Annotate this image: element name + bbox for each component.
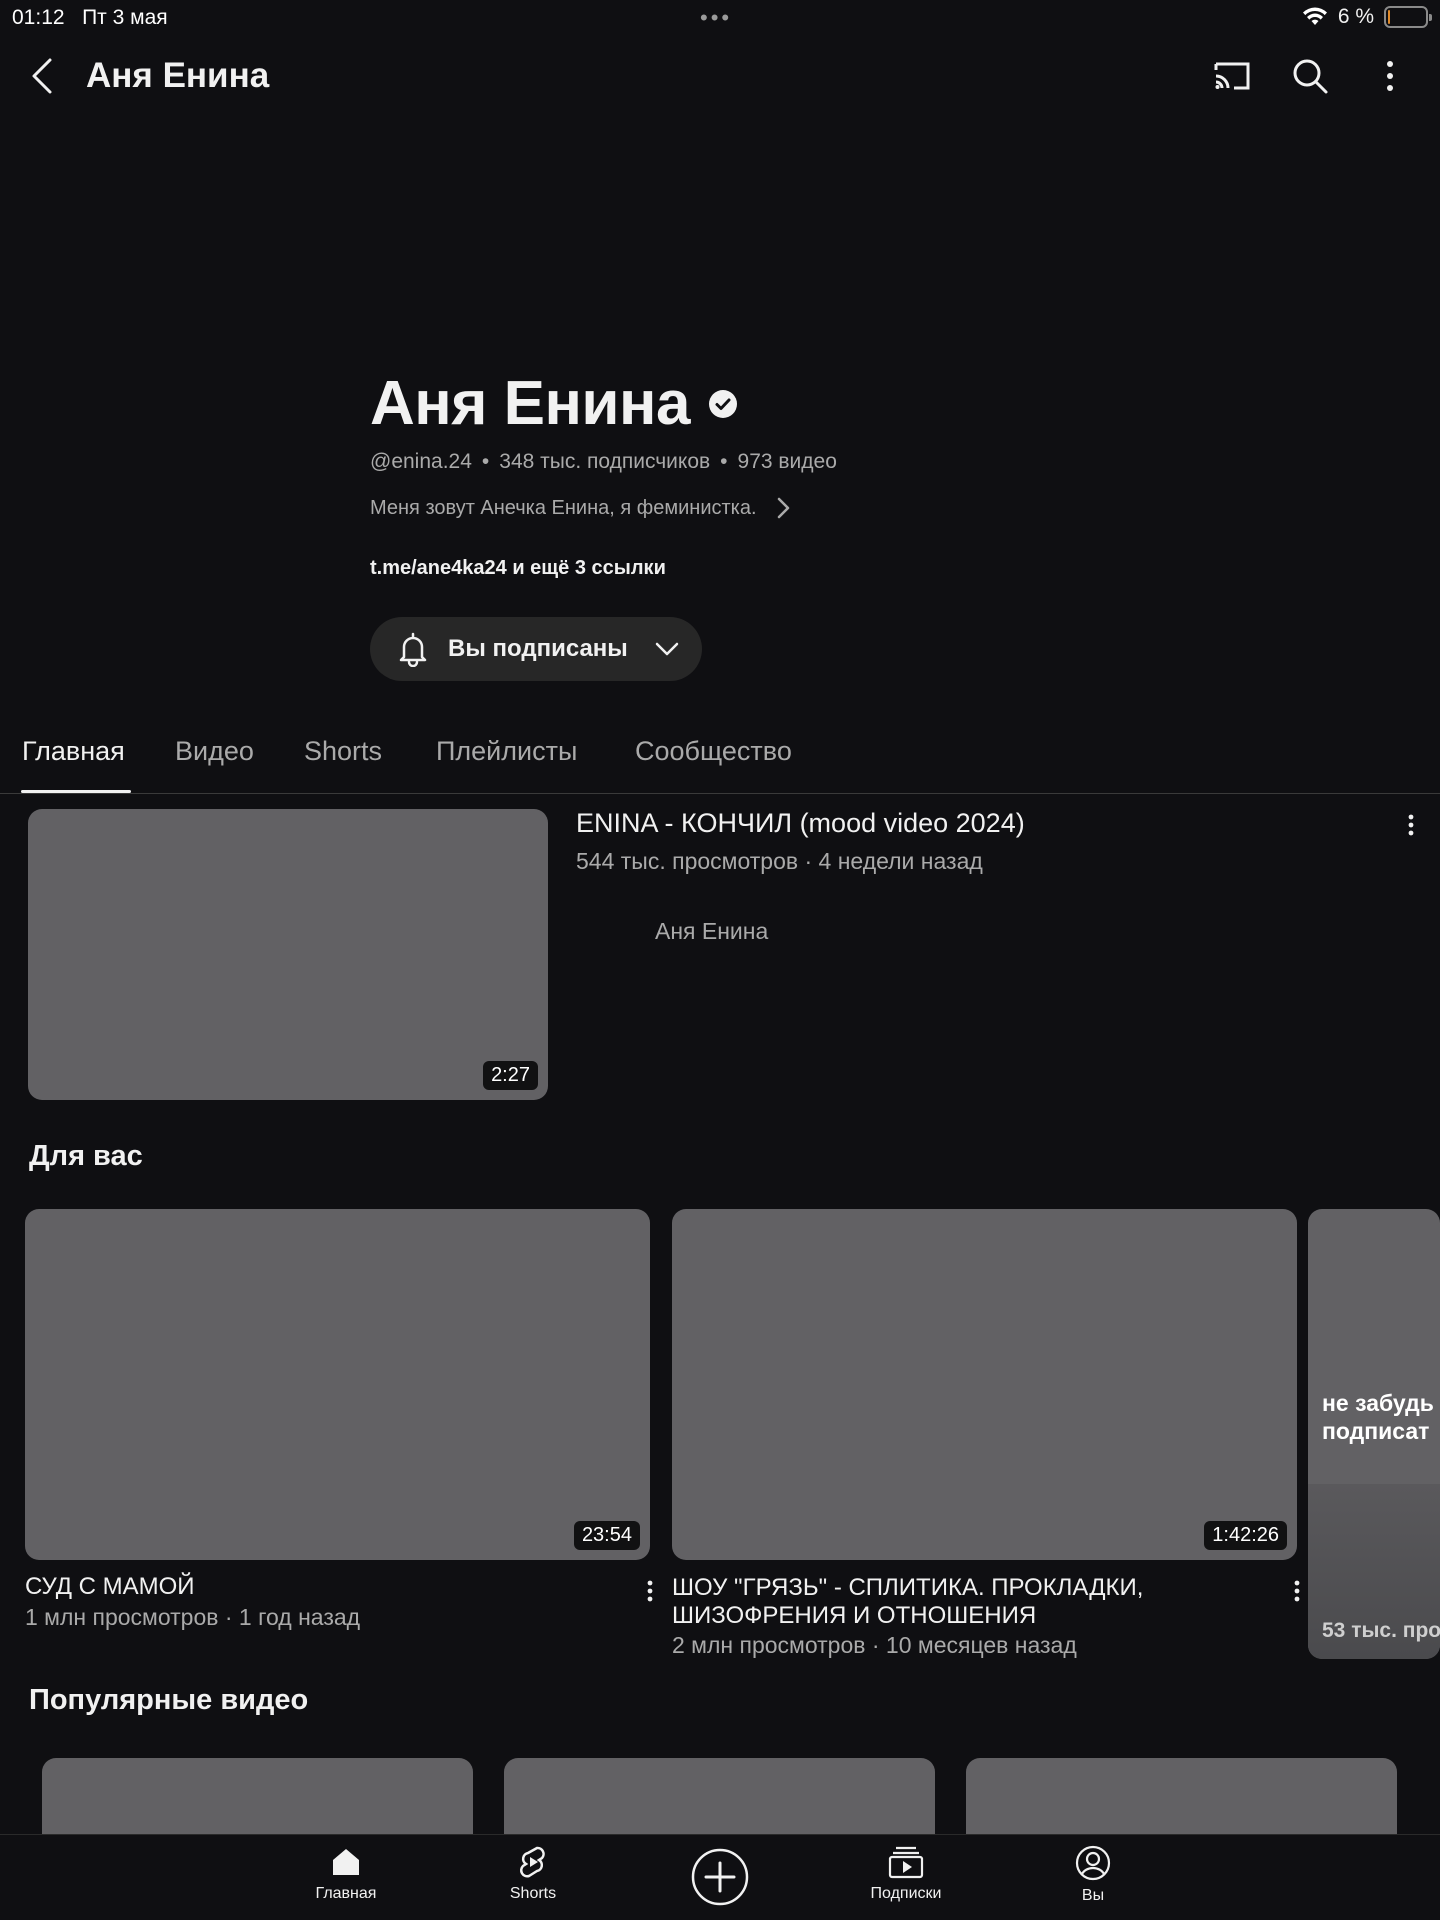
- video-meta: 2 млн просмотров · 10 месяцев назад: [672, 1632, 1077, 1658]
- battery-text: 6 %: [1337, 5, 1374, 28]
- top-app-bar: Аня Енина: [0, 36, 1440, 116]
- nav-home[interactable]: Главная: [276, 1845, 416, 1903]
- peek-video-card[interactable]: не забудь подписат 53 тыс. про: [1308, 1209, 1440, 1659]
- peek-video-title: не забудь подписат: [1322, 1389, 1434, 1445]
- channel-links[interactable]: t.me/ane4ka24 и ещё 3 ссылки: [370, 557, 666, 580]
- nav-shorts[interactable]: Shorts: [463, 1845, 603, 1903]
- bell-icon: [399, 632, 427, 667]
- channel-handle: @enina.24: [370, 450, 472, 473]
- battery-icon: [1384, 6, 1432, 28]
- top-bar-title: Аня Енина: [86, 56, 270, 95]
- home-icon: [333, 1849, 359, 1875]
- video-menu-icon[interactable]: [1285, 1574, 1309, 1610]
- nav-label: Вы: [1081, 1887, 1105, 1904]
- channel-description-text: Меня зовут Анечка Енина, я феминистка.: [370, 496, 757, 519]
- tab-playlists[interactable]: Плейлисты: [436, 736, 577, 767]
- tab-community[interactable]: Сообщество: [635, 736, 792, 767]
- video-title[interactable]: ШОУ "ГРЯЗЬ" - СПЛИТИКА. ПРОКЛАДКИ, ШИЗОФ…: [672, 1574, 1143, 1630]
- video-title-line: ШОУ "ГРЯЗЬ" - СПЛИТИКА. ПРОКЛАДКИ,: [672, 1574, 1144, 1601]
- channel-name: Аня Енина: [370, 368, 738, 439]
- nav-label: Подписки: [870, 1885, 942, 1902]
- bottom-navigation: Главная Shorts Подписки Вы: [0, 1834, 1440, 1920]
- featured-video-author[interactable]: Аня Енина: [655, 918, 768, 945]
- chevron-right-icon: [777, 497, 789, 519]
- status-bar: 01:12 Пт 3 мая ••• 6 %: [0, 0, 1440, 36]
- peek-title-line: не забудь: [1322, 1390, 1434, 1416]
- subscribed-button[interactable]: Вы подписаны: [370, 617, 702, 681]
- account-icon: [1075, 1845, 1111, 1881]
- wifi-icon: [1302, 7, 1327, 25]
- video-duration: 1:42:26: [1204, 1521, 1287, 1550]
- nav-label: Shorts: [509, 1885, 557, 1902]
- tab-videos[interactable]: Видео: [175, 736, 254, 767]
- subscriber-count: 348 тыс. подписчиков: [499, 450, 711, 473]
- section-title-for-you: Для вас: [29, 1140, 143, 1172]
- shorts-icon: [520, 1846, 545, 1878]
- peek-video-meta: 53 тыс. про: [1322, 1619, 1440, 1642]
- video-duration: 2:27: [483, 1061, 538, 1090]
- verified-badge-icon: [708, 389, 737, 418]
- peek-title-line: подписат: [1322, 1418, 1430, 1444]
- create-icon[interactable]: [690, 1847, 750, 1907]
- video-title[interactable]: СУД С МАМОЙ: [25, 1573, 195, 1601]
- subscriptions-icon: [888, 1846, 924, 1879]
- nav-you[interactable]: Вы: [1023, 1845, 1163, 1905]
- channel-name-text: Аня Енина: [370, 369, 690, 438]
- video-count: 973 видео: [737, 450, 837, 473]
- section-title-popular: Популярные видео: [29, 1684, 309, 1716]
- search-icon[interactable]: [1286, 52, 1334, 100]
- featured-video-meta: 544 тыс. просмотров · 4 недели назад: [576, 848, 983, 874]
- battery-level: [1388, 10, 1391, 24]
- status-time: 01:12: [12, 6, 65, 29]
- nav-subscriptions[interactable]: Подписки: [836, 1845, 976, 1903]
- video-thumbnail[interactable]: 23:54: [25, 1209, 650, 1560]
- channel-meta: @enina.24 • 348 тыс. подписчиков • 973 видео: [370, 450, 837, 474]
- video-menu-icon[interactable]: [638, 1574, 662, 1610]
- video-thumbnail[interactable]: 1:42:26: [672, 1209, 1297, 1560]
- video-duration: 23:54: [573, 1521, 640, 1550]
- nav-label: Главная: [315, 1885, 377, 1902]
- cast-icon[interactable]: [1208, 52, 1256, 100]
- back-arrow-icon[interactable]: [22, 54, 62, 98]
- multitasking-dots[interactable]: •••: [700, 5, 732, 31]
- more-options-icon[interactable]: [1366, 52, 1414, 100]
- video-meta: 1 млн просмотров · 1 год назад: [25, 1604, 361, 1630]
- active-tab-indicator: [21, 790, 131, 793]
- chevron-down-icon: [655, 642, 679, 656]
- featured-video-title[interactable]: ENINA - КОНЧИЛ (mood video 2024): [576, 808, 1025, 839]
- tab-home[interactable]: Главная: [22, 736, 125, 767]
- video-title-line: ШИЗОФРЕНИЯ И ОТНОШЕНИЯ: [672, 1602, 1037, 1629]
- status-date: Пт 3 мая: [82, 6, 168, 29]
- video-menu-icon[interactable]: [1399, 808, 1423, 844]
- tab-shorts[interactable]: Shorts: [304, 736, 382, 767]
- meta-separator: •: [720, 450, 728, 473]
- featured-video-thumbnail[interactable]: 2:27: [28, 809, 548, 1100]
- channel-description[interactable]: Меня зовут Анечка Енина, я феминистка.: [370, 496, 791, 520]
- meta-separator: •: [481, 450, 490, 473]
- status-right: 6 %: [1302, 5, 1432, 29]
- channel-tabs: Главная Видео Shorts Плейлисты Сообществ…: [0, 720, 1440, 794]
- status-time-date: 01:12 Пт 3 мая: [12, 6, 168, 30]
- subscribed-label: Вы подписаны: [448, 635, 628, 662]
